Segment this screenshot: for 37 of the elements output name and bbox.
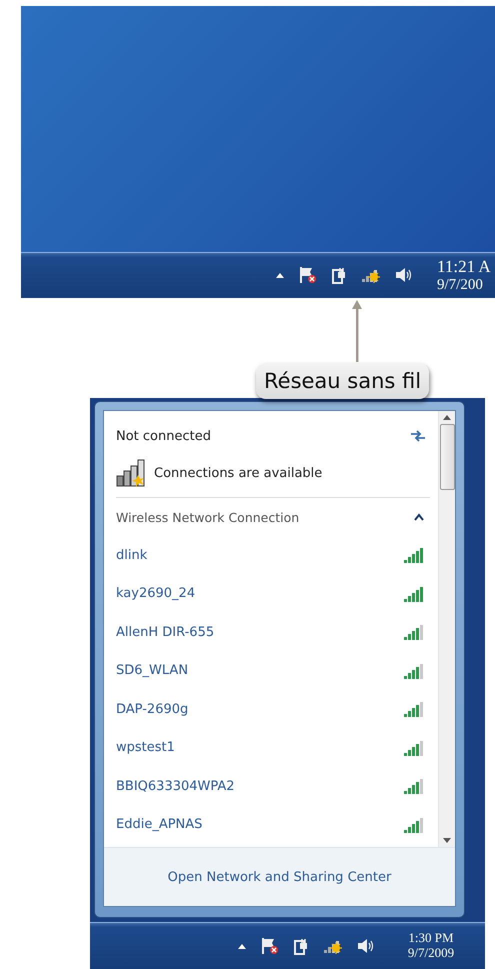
clock-date: 9/7/2009 — [408, 946, 454, 961]
network-item[interactable]: wpstest1 — [116, 728, 430, 767]
network-item[interactable]: DAP-2690g — [116, 690, 430, 728]
pointer-arrow — [351, 300, 363, 362]
network-item[interactable]: Eddie_APNAS — [116, 806, 430, 844]
scroll-thumb[interactable] — [440, 424, 454, 490]
scroll-up-icon[interactable] — [443, 415, 451, 420]
plug-icon[interactable] — [331, 266, 347, 284]
up-arrow-icon[interactable] — [275, 271, 285, 280]
scrollbar[interactable] — [438, 411, 455, 847]
callout-label: Réseau sans fil — [256, 363, 430, 399]
section-title: Wireless Network Connection — [116, 510, 300, 524]
section-header[interactable]: Wireless Network Connection — [116, 498, 430, 536]
signal-star-icon[interactable] — [361, 267, 381, 284]
scroll-down-icon[interactable] — [443, 838, 451, 843]
clock[interactable]: 11:21 A 9/7/200 — [437, 257, 495, 294]
flag-icon[interactable] — [299, 266, 317, 284]
refresh-icon[interactable] — [410, 430, 426, 442]
network-item[interactable]: dlink — [116, 536, 430, 574]
clock[interactable]: 1:30 PM 9/7/2009 — [399, 931, 463, 961]
speaker-icon[interactable] — [395, 267, 413, 284]
network-center-link[interactable]: Open Network and Sharing Center — [168, 870, 392, 884]
clock-time: 1:30 PM — [408, 931, 454, 946]
signal-star-icon[interactable] — [323, 938, 343, 954]
clock-time: 11:21 A — [437, 257, 491, 277]
network-item[interactable]: BBIQ633304WPA2 — [116, 767, 430, 806]
connection-status: Not connected — [116, 428, 211, 444]
network-item[interactable]: SD6_WLAN — [116, 652, 430, 690]
network-item[interactable]: kay2690_24 — [116, 574, 430, 613]
network-item[interactable]: AllenH DIR-655 — [116, 613, 430, 652]
caret-icon[interactable] — [414, 513, 424, 521]
up-arrow-icon[interactable] — [237, 942, 247, 950]
clock-date: 9/7/200 — [437, 276, 483, 294]
availability-text: Connections are available — [154, 466, 322, 480]
speaker-icon[interactable] — [357, 938, 375, 954]
plug-icon[interactable] — [293, 937, 309, 955]
flag-icon[interactable] — [261, 937, 279, 955]
